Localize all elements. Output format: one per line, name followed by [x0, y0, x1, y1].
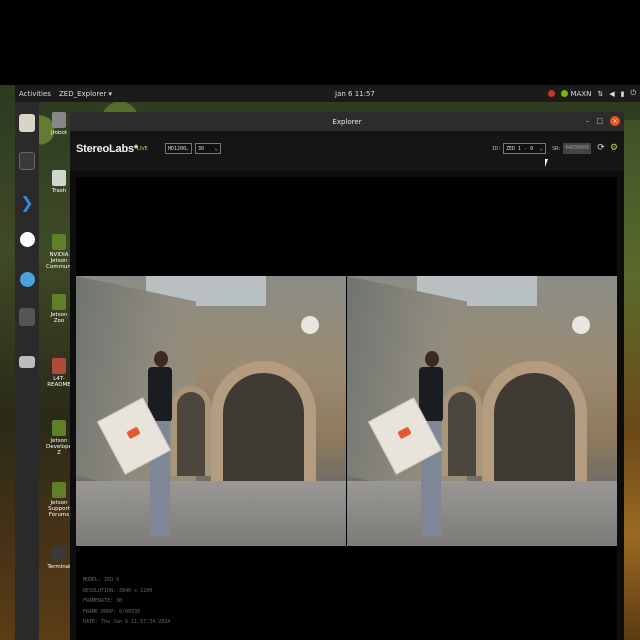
terminal-icon: [52, 546, 66, 562]
box-logo: [126, 426, 141, 440]
volume-icon[interactable]: ◀: [609, 90, 614, 98]
window-title: Explorer: [332, 117, 362, 126]
power-icon[interactable]: ⏻: [630, 89, 636, 98]
window-titlebar[interactable]: Explorer – □ ×: [70, 112, 624, 131]
app-menu[interactable]: ZED_Explorer ▾: [59, 90, 112, 98]
left-camera-view: [76, 276, 346, 546]
chevron-down-icon: ⌄: [539, 145, 543, 152]
settings-gear-icon[interactable]: ⚙: [609, 143, 619, 153]
resolution-select[interactable]: HD1200 ⌄: [165, 143, 192, 154]
power-mode-indicator[interactable]: MAXN: [561, 90, 591, 98]
chevron-down-icon: ⌄: [185, 145, 189, 152]
chromium-icon[interactable]: [20, 272, 35, 287]
info-frame-drop: FRAME DROP: 0/00338: [83, 608, 141, 615]
wall-lamp: [301, 316, 319, 334]
camera-id-value: ZED 1 - 0: [506, 146, 534, 152]
stereo-video-feed: [76, 276, 617, 546]
desktop-icon-label: Trash: [51, 188, 67, 194]
person-head: [425, 351, 439, 367]
floor: [347, 481, 617, 546]
desktop-icon-jetson-developer[interactable]: Jetson Developer Z: [46, 420, 74, 456]
nvidia-icon: [561, 90, 569, 97]
fps-select-value: 30: [198, 146, 205, 152]
resolution-select-value: HD1200: [168, 146, 187, 152]
desktop-icon-terminal[interactable]: Terminal: [46, 546, 72, 570]
desktop-icon-jetson-zoo[interactable]: Jetson Zoo: [46, 294, 72, 324]
obs-icon[interactable]: [20, 232, 35, 247]
chevron-down-icon: ⌄: [214, 145, 218, 152]
fps-select[interactable]: 30 ⌄: [195, 143, 221, 154]
maximize-button[interactable]: □: [596, 117, 603, 125]
desktop-icon-jrobot[interactable]: jrobot: [46, 112, 72, 136]
info-resolution: RESOLUTION: 3840 x 1200: [83, 587, 153, 594]
desktop-icon-label: jrobot: [50, 130, 68, 136]
close-button[interactable]: ×: [610, 116, 620, 126]
camera-id-select[interactable]: ZED 1 - 0 ⌄: [503, 143, 546, 154]
terminal-icon[interactable]: [19, 152, 35, 170]
nvidia-link-icon: [52, 482, 66, 498]
brand-logo: StereoLabs*: [76, 143, 138, 155]
explorer-window: Explorer – □ × StereoLabs* LIVE HD1200 ⌄…: [70, 112, 624, 640]
minimize-button[interactable]: –: [586, 117, 590, 125]
clock[interactable]: Jan 6 11:57: [335, 90, 375, 98]
nvidia-link-icon: [52, 420, 66, 436]
serial-number-field: 44030806: [563, 143, 591, 154]
trash-icon: [52, 170, 66, 186]
camera-info-panel: MODEL: ZED X RESOLUTION: 3840 x 1200 FRA…: [83, 575, 170, 628]
folder-icon: [52, 112, 66, 128]
zed-explorer-icon[interactable]: [19, 308, 35, 326]
serial-number-label: SN:: [552, 146, 562, 152]
window-controls: – □ ×: [586, 116, 620, 126]
desktop-icons: jrobot Trash NVIDIA Jetson Community Jet…: [40, 102, 78, 640]
activities-button[interactable]: Activities: [19, 90, 51, 98]
record-icon[interactable]: [548, 90, 556, 97]
serial-number-value: 44030806: [565, 145, 590, 151]
right-camera-view: [347, 276, 617, 546]
desktop-icon-label: Jetson Support Forums: [48, 500, 70, 518]
small-arch: [171, 386, 211, 476]
floor: [76, 481, 346, 546]
desktop-icon-label: L4T-README: [47, 376, 71, 388]
video-viewer: MODEL: ZED X RESOLUTION: 3840 x 1200 FRA…: [76, 177, 617, 640]
network-icon[interactable]: ⇅: [597, 90, 603, 98]
dock: ❯: [15, 102, 39, 640]
desktop-icon-trash[interactable]: Trash: [46, 170, 72, 194]
desktop-icon-label: Jetson Zoo: [50, 312, 68, 324]
refresh-icon[interactable]: ⟳: [596, 143, 606, 153]
info-model: MODEL: ZED X: [83, 577, 120, 583]
wallpaper-edge: [624, 120, 640, 640]
desktop-icon-l4t-readme[interactable]: L4T-README: [46, 358, 72, 388]
system-tray[interactable]: MAXN ⇅ ◀ ▮ ⏻: [548, 89, 636, 98]
nvidia-link-icon: [52, 234, 66, 250]
app-toolbar: StereoLabs* LIVE HD1200 ⌄ 30 ⌄ ID: ZED 1…: [70, 131, 624, 171]
small-arch: [442, 386, 482, 476]
power-mode-label: MAXN: [570, 89, 592, 98]
wall-lamp: [572, 316, 590, 334]
top-bar: Activities ZED_Explorer ▾ Jan 6 11:57 MA…: [15, 85, 640, 102]
large-arch: [211, 361, 316, 491]
info-framerate: FRAMERATE: 30: [83, 598, 123, 604]
box-logo: [397, 426, 412, 440]
vscode-icon[interactable]: ❯: [19, 194, 35, 212]
person-head: [154, 351, 168, 367]
nvidia-link-icon: [52, 294, 66, 310]
main-content: MODEL: ZED X RESOLUTION: 3840 x 1200 FRA…: [70, 171, 624, 640]
camera-id-label: ID:: [492, 146, 502, 152]
live-indicator: LIVE: [137, 146, 148, 152]
info-date: DATE: Thu Jan 6 11:57:34 2024: [83, 619, 171, 625]
battery-icon[interactable]: ▮: [621, 90, 625, 98]
mouse-cursor: [545, 159, 548, 167]
drive-icon: [52, 358, 66, 374]
files-icon[interactable]: [19, 114, 35, 132]
desktop-icon-jetson-support[interactable]: Jetson Support Forums: [46, 482, 72, 518]
desktop-icon-label: Terminal: [47, 564, 71, 570]
desktop-screen: Activities ZED_Explorer ▾ Jan 6 11:57 MA…: [0, 0, 640, 640]
desktop-icon-nvidia-community[interactable]: NVIDIA Jetson Community: [46, 234, 78, 270]
drive-icon[interactable]: [19, 356, 35, 368]
large-arch: [482, 361, 587, 491]
